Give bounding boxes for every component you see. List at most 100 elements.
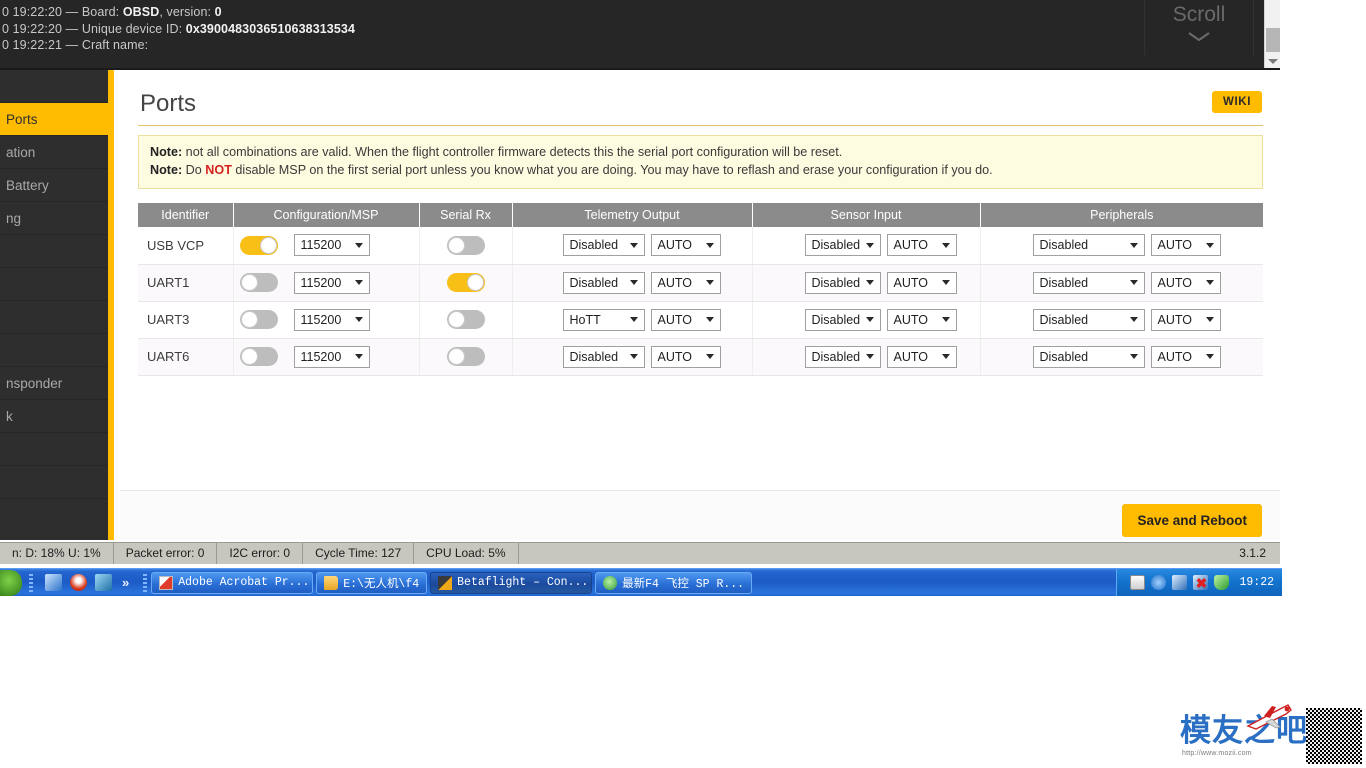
sidebar-item-power-battery[interactable]: Battery	[0, 169, 108, 202]
peripherals-baud-select[interactable]: AUTO	[1150, 234, 1221, 257]
msp-toggle[interactable]	[239, 347, 278, 366]
security-shield-icon[interactable]	[1214, 575, 1230, 590]
taskbar-button-label: Adobe Acrobat Pr...	[178, 576, 310, 589]
chevron-down-icon	[354, 317, 363, 322]
footer-bar: Save and Reboot	[120, 490, 1280, 540]
sidebar-item-7[interactable]	[0, 301, 108, 334]
sidebar-item-transponder[interactable]: nsponder	[0, 367, 108, 400]
save-and-reboot-button[interactable]: Save and Reboot	[1122, 504, 1262, 537]
telemetry-baud-select[interactable]: AUTO	[650, 308, 721, 331]
quick-launch-more-button[interactable]: »	[122, 575, 129, 590]
column-header-configuration: Configuration/MSP	[233, 203, 420, 227]
chevron-down-icon	[865, 242, 874, 248]
telemetry-output-select[interactable]: HoTT	[562, 308, 645, 331]
toggle-knob	[259, 236, 277, 254]
chevron-down-icon	[1205, 242, 1214, 248]
sensor-baud-select[interactable]: AUTO	[886, 234, 957, 257]
scroll-button[interactable]: Scroll	[1144, 0, 1254, 55]
lite-icon[interactable]	[95, 574, 112, 591]
qq-penguin-icon[interactable]	[70, 574, 87, 591]
sidebar-item-12[interactable]	[0, 466, 108, 499]
telemetry-output-select[interactable]: Disabled	[562, 345, 645, 368]
sensor-baud-select[interactable]: AUTO	[886, 308, 957, 331]
status-packet-error: Packet error: 0	[114, 543, 218, 564]
serial-rx-toggle[interactable]	[446, 273, 485, 292]
scrollbar-thumb[interactable]	[1266, 28, 1280, 52]
baud-rate-select[interactable]: 115200	[293, 308, 370, 331]
taskbar-button-betaflight[interactable]: Betaflight – Con...	[430, 571, 593, 594]
sidebar-item-configuration[interactable]: ation	[0, 136, 108, 169]
sensor-baud-select[interactable]: AUTO	[886, 271, 957, 294]
toggle-knob	[466, 274, 484, 291]
peripherals-baud-select[interactable]: AUTO	[1150, 308, 1221, 331]
start-button[interactable]	[0, 569, 22, 596]
log-console: 0 19:22:20 — Board: OBSD, version: 0 0 1…	[0, 0, 1280, 68]
sidebar-item-11[interactable]	[0, 433, 108, 466]
baud-rate-select[interactable]: 115200	[293, 271, 370, 294]
taskbar-button-explorer[interactable]: E:\无人机\f4	[316, 571, 428, 594]
peripherals-select[interactable]: Disabled	[1032, 234, 1145, 257]
scrollbar-down-arrow-icon[interactable]	[1268, 59, 1278, 64]
telemetry-output-select[interactable]: Disabled	[562, 271, 645, 294]
sidebar-item-ports[interactable]: Ports	[0, 103, 108, 136]
ports-table: Identifier Configuration/MSP Serial Rx T…	[138, 203, 1263, 376]
taskbar-button-label: Betaflight – Con...	[457, 576, 589, 589]
quick-launch-grip[interactable]	[29, 573, 33, 592]
sidebar-item-8[interactable]	[0, 334, 108, 367]
telemetry-output-select[interactable]: Disabled	[562, 234, 645, 257]
sidebar-item-blackbox[interactable]: k	[0, 400, 108, 433]
port-identifier: USB VCP	[138, 227, 234, 265]
sidebar-item-6[interactable]	[0, 268, 108, 301]
wiki-button[interactable]: WIKI	[1212, 91, 1262, 113]
column-header-serial-rx: Serial Rx	[419, 203, 513, 227]
status-cpu-load: CPU Load: 5%	[414, 543, 519, 564]
port-identifier: UART1	[138, 264, 234, 302]
status-version: 3.1.2	[1239, 546, 1266, 560]
sensor-input-select[interactable]: Disabled	[804, 308, 881, 331]
chevron-down-icon	[1205, 317, 1214, 322]
chevron-down-icon	[705, 242, 714, 248]
peripherals-select[interactable]: Disabled	[1032, 271, 1145, 294]
telemetry-baud-select[interactable]: AUTO	[650, 271, 721, 294]
table-row: UART6 115200 Disabled AUTO Disabled AUTO…	[138, 338, 1263, 376]
serial-rx-toggle[interactable]	[446, 347, 485, 366]
baud-rate-select[interactable]: 115200	[293, 345, 370, 368]
baud-rate-select[interactable]: 115200	[293, 234, 370, 257]
peripherals-select[interactable]: Disabled	[1032, 308, 1145, 331]
network-icon[interactable]	[1172, 575, 1188, 590]
msp-toggle[interactable]	[239, 235, 278, 255]
telemetry-baud-select[interactable]: AUTO	[650, 345, 721, 368]
sensor-baud-select[interactable]: AUTO	[886, 345, 957, 368]
peripherals-select[interactable]: Disabled	[1032, 345, 1145, 368]
sensor-input-select[interactable]: Disabled	[804, 234, 881, 257]
peripherals-baud-select[interactable]: AUTO	[1150, 271, 1221, 294]
status-i2c-error: I2C error: 0	[217, 543, 304, 564]
serial-rx-toggle[interactable]	[446, 310, 485, 329]
sidebar-item-0[interactable]	[0, 70, 108, 103]
baud-rate-value: 115200	[300, 275, 342, 290]
msp-toggle[interactable]	[239, 273, 278, 292]
telemetry-baud-select[interactable]: AUTO	[650, 234, 721, 257]
peripherals-value: Disabled	[1039, 238, 1089, 253]
sidebar-item-failsafe[interactable]: ng	[0, 202, 108, 235]
taskbar-button-acrobat[interactable]: Adobe Acrobat Pr...	[151, 571, 314, 594]
sensor-input-select[interactable]: Disabled	[804, 345, 881, 368]
network-disconnected-icon[interactable]	[1193, 575, 1209, 590]
keyboard-icon[interactable]	[1130, 575, 1146, 590]
peripherals-baud-select[interactable]: AUTO	[1150, 345, 1221, 368]
browser-icon	[603, 575, 618, 590]
sensor-baud-value: AUTO	[893, 349, 929, 364]
ie-icon[interactable]	[45, 574, 62, 591]
taskbar-button-browser[interactable]: 最新F4 飞控 SP R...	[595, 571, 753, 594]
sidebar-item-5[interactable]	[0, 235, 108, 268]
chevron-down-icon	[354, 354, 363, 359]
log-scrollbar[interactable]	[1264, 0, 1280, 68]
ports-table-head: Identifier Configuration/MSP Serial Rx T…	[138, 203, 1263, 227]
msp-toggle[interactable]	[239, 310, 278, 329]
sensor-input-select[interactable]: Disabled	[804, 271, 881, 294]
taskbar-grip[interactable]	[143, 573, 148, 592]
tray-clock[interactable]: 19:22	[1239, 576, 1274, 589]
show-hidden-icon[interactable]	[1151, 575, 1167, 590]
serial-rx-toggle[interactable]	[446, 235, 485, 255]
telemetry-baud-value: AUTO	[657, 349, 693, 364]
